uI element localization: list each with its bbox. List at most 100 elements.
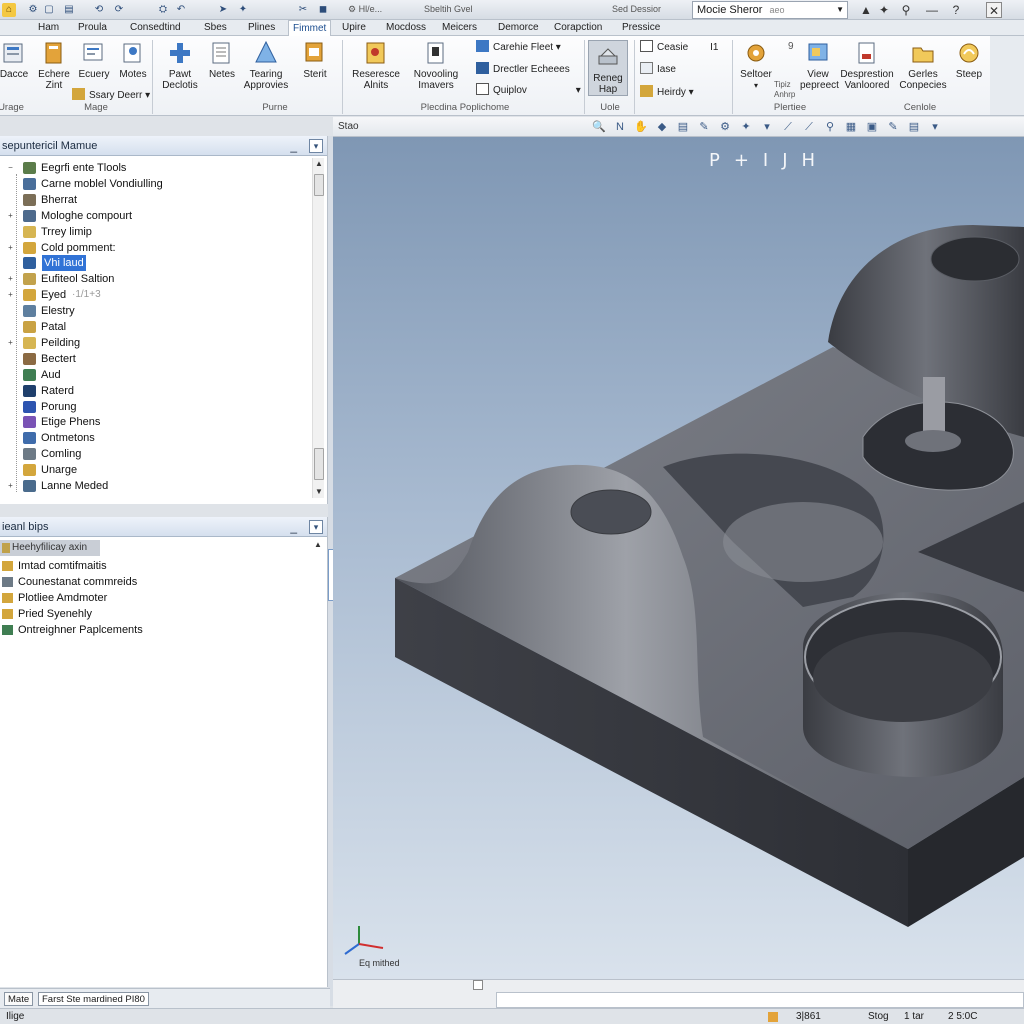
measure-icon[interactable]: ⚲ <box>822 119 838 135</box>
tab-sbes[interactable]: Sbes <box>200 20 231 36</box>
tree-item[interactable]: + Lanne Meded <box>0 478 310 494</box>
tree-item[interactable]: Bectert <box>0 351 310 367</box>
tree-item[interactable]: Vhi laud <box>0 255 310 272</box>
shade-icon[interactable]: ▣ <box>864 119 880 135</box>
properties-header-row[interactable]: Heehyfilicay axin <box>0 540 100 556</box>
tab-upire[interactable]: Upire <box>338 20 370 36</box>
list-item[interactable]: Pried Syenehly <box>0 606 300 622</box>
tree-item[interactable]: − Eegrfi ente Tlools <box>0 160 310 176</box>
tree-item[interactable]: Trrey limip <box>0 224 310 240</box>
pencil-icon[interactable]: ✎ <box>885 119 901 135</box>
command-input[interactable] <box>496 992 1024 1008</box>
scroll-up-icon[interactable]: ▲ <box>312 539 324 551</box>
seltoer-button[interactable]: Seltoer ▾ <box>738 40 774 91</box>
pawt-button[interactable]: Pawt Declotis <box>156 40 204 91</box>
chevron-down-icon[interactable]: ▾ <box>927 119 943 135</box>
tab-pressice[interactable]: Pressice <box>618 20 664 36</box>
tab-consedtind[interactable]: Consedtind <box>126 20 185 36</box>
document-title-field[interactable]: Mocie Sheror aeo ▼ <box>692 1 848 19</box>
scroll-thumb[interactable] <box>314 174 324 196</box>
quick-access-settings-icon[interactable]: ⚙ <box>26 3 40 17</box>
list-item[interactable]: Counestanat commreids <box>0 574 300 590</box>
light-icon[interactable]: ✦ <box>738 119 754 135</box>
fit-icon[interactable]: ▤ <box>675 119 691 135</box>
quick-access-cut-icon[interactable]: ✂ <box>296 3 310 17</box>
3d-viewport[interactable]: P+IJH Eq mithed <box>333 137 1024 979</box>
quick-access-new-icon[interactable]: ▢ <box>42 3 56 17</box>
app-menu-icon[interactable]: ⌂ <box>2 3 16 17</box>
close-icon[interactable]: ✕ <box>986 2 1002 18</box>
tree-item[interactable]: + Mologhe compourt <box>0 208 310 224</box>
dropdown-icon[interactable]: ▾ <box>759 119 775 135</box>
tree-item[interactable]: Etige Phens <box>0 414 310 430</box>
minimize-icon[interactable]: _ <box>290 517 297 537</box>
list-item[interactable]: Plotliee Amdmoter <box>0 590 300 606</box>
quiplov-dropdown[interactable]: Quiplov ▾ <box>476 83 581 98</box>
heirdy-dropdown[interactable]: Heirdy ▾ <box>640 85 694 100</box>
sketch-icon[interactable]: ✎ <box>696 119 712 135</box>
quick-access-return-icon[interactable]: ↶ <box>174 3 188 17</box>
quick-access-measure-icon[interactable]: ✦ <box>236 3 250 17</box>
netes-button[interactable]: Netes <box>204 40 240 80</box>
model-3d-part[interactable] <box>333 137 1024 979</box>
ecuery-button[interactable]: Ecuery <box>72 40 116 80</box>
minimize-icon[interactable]: _ <box>290 136 297 156</box>
scroll-thumb-lower[interactable] <box>314 448 324 480</box>
tab-ham[interactable]: Ham <box>34 20 63 36</box>
tree-item[interactable]: Bherrat <box>0 192 310 208</box>
scroll-down-icon[interactable]: ▼ <box>313 486 325 498</box>
desprestion-button[interactable]: Desprestion Vanloored <box>838 40 896 91</box>
sterit-button[interactable]: Sterit <box>294 40 336 80</box>
reneg-button[interactable]: Reneg Hap <box>588 40 628 96</box>
scroll-up-icon[interactable]: ▲ <box>313 158 325 170</box>
quick-access-redo-icon[interactable]: ⟳ <box>112 3 126 17</box>
scroll-left-icon[interactable] <box>473 980 483 990</box>
reseresce-button[interactable]: Reseresce Alnits <box>346 40 406 91</box>
help-icon[interactable]: ? <box>948 2 964 18</box>
tree-item[interactable]: + Cold pomment: <box>0 240 310 256</box>
minimize-icon[interactable]: — <box>924 2 940 18</box>
view-button[interactable]: View pepreect <box>800 40 839 91</box>
expand-icon[interactable]: + <box>7 291 14 299</box>
echere-button[interactable]: Echere Zint <box>34 40 74 91</box>
expand-icon[interactable]: + <box>7 275 14 283</box>
tree-item[interactable]: Patal <box>0 319 310 335</box>
expand-icon[interactable]: + <box>7 338 14 346</box>
tree-item[interactable]: Unarge <box>0 462 310 478</box>
tree-scrollbar[interactable]: ▲ ▼ <box>312 158 324 498</box>
tab-proula[interactable]: Proula <box>74 20 111 36</box>
tab-mocdoss[interactable]: Mocdoss <box>382 20 430 36</box>
display-icon[interactable]: ▤ <box>906 119 922 135</box>
quick-access-undo-icon[interactable]: ⟲ <box>92 3 106 17</box>
person-icon[interactable]: ⚲ <box>898 2 914 18</box>
tree-item[interactable]: Porung <box>0 399 310 415</box>
novooling-button[interactable]: Novooling Imavers <box>406 40 466 91</box>
dacce-button[interactable]: Dacce <box>0 40 34 80</box>
quick-access-material-icon[interactable]: ◼ <box>316 3 330 17</box>
quick-access-select-icon[interactable]: ➤ <box>216 3 230 17</box>
tree-item[interactable]: Ontmetons <box>0 430 310 446</box>
ceasie-button[interactable]: Ceasie I1 <box>640 40 718 55</box>
tree-item[interactable]: Aud <box>0 367 310 383</box>
tree-item[interactable]: Raterd <box>0 383 310 399</box>
list-item[interactable]: Ontreighner Paplcements <box>0 622 300 638</box>
help-up-icon[interactable]: ▲ <box>858 2 874 18</box>
tab-fimmet[interactable]: Fimmet <box>288 20 332 37</box>
iase-button[interactable]: Iase <box>640 62 676 77</box>
tab-farst[interactable]: Farst Ste mardined PI80 <box>38 992 149 1006</box>
status-warning-icon[interactable] <box>768 1012 778 1022</box>
ssary-dropdown[interactable]: Ssary Deerr ▾ <box>72 88 150 103</box>
expand-icon[interactable]: + <box>7 482 14 490</box>
steep-button[interactable]: Steep <box>950 40 988 80</box>
tree-item[interactable]: + Eufiteol Saltion <box>0 271 310 287</box>
panel-menu-icon[interactable]: ▾ <box>309 520 323 534</box>
tab-meicers[interactable]: Meicers <box>438 20 481 36</box>
gerles-button[interactable]: Gerles Conpecies <box>896 40 950 91</box>
chevron-down-icon[interactable]: ▼ <box>836 2 844 18</box>
tree-item[interactable]: Carne moblel Vondiulling <box>0 176 310 192</box>
sparkle-icon[interactable]: ✦ <box>876 2 892 18</box>
expand-icon[interactable]: + <box>7 211 14 219</box>
tab-plines[interactable]: Plines <box>244 20 279 36</box>
line-icon[interactable]: ⟋ <box>801 119 817 135</box>
expand-icon[interactable]: − <box>7 164 14 172</box>
